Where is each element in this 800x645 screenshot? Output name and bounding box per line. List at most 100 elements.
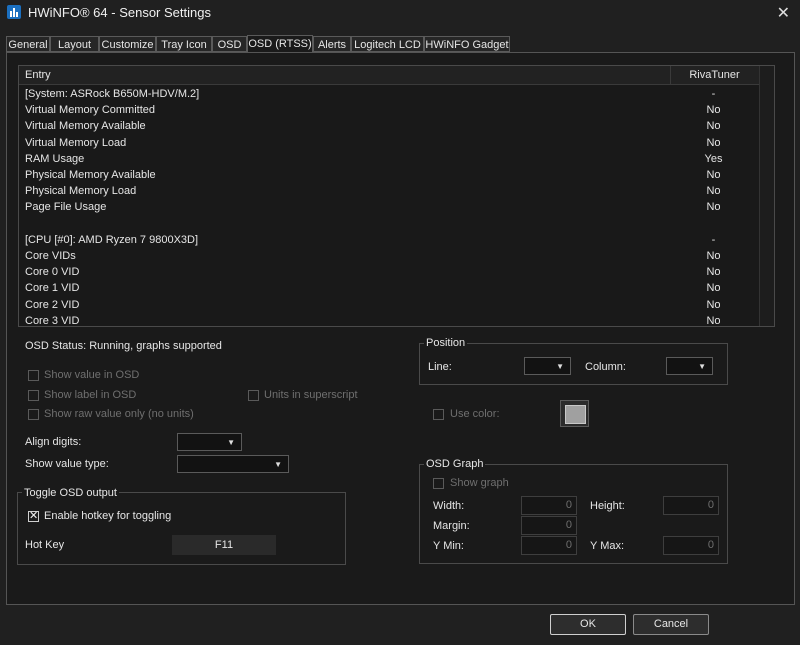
height-label: Height:	[590, 500, 625, 512]
margin-label: Margin:	[433, 520, 470, 532]
title-bar: HWiNFO® 64 - Sensor Settings ✕	[0, 0, 800, 26]
ymax-input[interactable]: 0	[663, 536, 719, 555]
rivatuner-value: No	[706, 314, 721, 327]
tab-tray-icon[interactable]: Tray Icon	[156, 36, 212, 52]
list-item[interactable]: RAM Usage Yes	[19, 151, 759, 167]
column-label: Column:	[585, 361, 626, 373]
list-item[interactable]: Virtual Memory Committed No	[19, 102, 759, 118]
show-label-label: Show label in OSD	[44, 389, 137, 401]
chevron-down-icon: ▼	[698, 362, 706, 371]
window-title: HWiNFO® 64 - Sensor Settings	[28, 5, 211, 20]
sensor-name: Core 0 VID	[25, 266, 80, 279]
ok-button[interactable]: OK	[550, 614, 626, 635]
units-superscript-label: Units in superscript	[264, 389, 358, 401]
rivatuner-value: No	[706, 169, 721, 181]
rivatuner-value: No	[706, 250, 721, 262]
tab-osd-rtss[interactable]: OSD (RTSS)	[247, 35, 313, 53]
height-input[interactable]: 0	[663, 496, 719, 515]
list-item[interactable]: Core 2 VID No	[19, 297, 759, 313]
tab-hwinfo-gadget[interactable]: HWiNFO Gadget	[424, 36, 510, 52]
position-title: Position	[424, 337, 468, 349]
show-value-type-dropdown[interactable]: ▼	[177, 455, 289, 473]
sensor-name: Core VIDs	[25, 250, 76, 262]
hotkey-field[interactable]: F11	[172, 535, 276, 555]
list-item[interactable]	[19, 216, 759, 232]
chevron-down-icon: ▼	[274, 460, 282, 469]
sensor-name: Virtual Memory Available	[25, 120, 146, 133]
list-item[interactable]: Virtual Memory Load No	[19, 135, 759, 151]
rivatuner-value: No	[706, 120, 721, 133]
list-scrollbar[interactable]	[759, 66, 774, 326]
cancel-button[interactable]: Cancel	[633, 614, 709, 635]
show-graph-checkbox[interactable]	[433, 478, 444, 489]
list-item[interactable]: Core VIDs No	[19, 248, 759, 264]
close-icon[interactable]: ✕	[777, 3, 790, 23]
sensor-name: Physical Memory Available	[25, 169, 156, 181]
sensor-name: Core 1 VID	[25, 282, 80, 295]
enable-hotkey-checkbox[interactable]	[28, 509, 39, 522]
color-swatch	[565, 405, 586, 424]
hotkey-label: Hot Key	[25, 539, 65, 551]
tab-logitech-lcd[interactable]: Logitech LCD	[351, 36, 424, 52]
column-header-entry[interactable]: Entry	[25, 69, 51, 81]
list-item[interactable]: Physical Memory Load No	[19, 183, 759, 199]
rivatuner-value: No	[706, 136, 721, 149]
rivatuner-value: -	[711, 233, 716, 246]
rivatuner-value: No	[706, 104, 721, 117]
rivatuner-value: No	[706, 282, 721, 295]
align-digits-dropdown[interactable]: ▼	[177, 433, 242, 451]
list-item[interactable]: Physical Memory Available No	[19, 167, 759, 183]
show-graph-label: Show graph	[450, 477, 509, 489]
chevron-down-icon: ▼	[227, 438, 235, 447]
units-superscript-checkbox[interactable]	[248, 390, 259, 401]
use-color-checkbox[interactable]	[433, 409, 444, 420]
list-item[interactable]: Core 0 VID No	[19, 264, 759, 280]
list-item[interactable]: Core 1 VID No	[19, 280, 759, 296]
sensor-list[interactable]: Entry RivaTuner [System: ASRock B650M-HD…	[18, 65, 775, 327]
sensor-name: Virtual Memory Committed	[25, 104, 155, 117]
show-label-checkbox[interactable]	[28, 390, 39, 401]
chevron-down-icon: ▼	[556, 362, 564, 371]
width-label: Width:	[433, 500, 465, 512]
list-item[interactable]: Virtual Memory Available No	[19, 118, 759, 134]
column-header-rivatuner[interactable]: RivaTuner	[670, 66, 758, 84]
margin-input[interactable]: 0	[521, 516, 577, 535]
width-input[interactable]: 0	[521, 496, 577, 515]
sensor-name: Core 2 VID	[25, 298, 80, 311]
rivatuner-value: No	[706, 266, 721, 279]
sensor-name: [System: ASRock B650M-HDV/M.2]	[25, 88, 200, 100]
show-raw-checkbox[interactable]	[28, 409, 39, 420]
sensor-name: Physical Memory Load	[25, 185, 137, 198]
tab-layout[interactable]: Layout	[50, 36, 99, 52]
osd-status-text: OSD Status: Running, graphs supported	[25, 340, 222, 352]
tab-alerts[interactable]: Alerts	[313, 36, 351, 52]
sensor-name: RAM Usage	[25, 152, 85, 165]
list-item[interactable]: [CPU [#0]: AMD Ryzen 7 9800X3D] -	[19, 232, 759, 248]
toggle-osd-title: Toggle OSD output	[22, 487, 119, 499]
show-raw-label: Show raw value only (no units)	[44, 408, 194, 420]
rivatuner-value: No	[706, 201, 721, 214]
use-color-label: Use color:	[450, 408, 500, 420]
show-value-checkbox[interactable]	[28, 370, 39, 381]
rivatuner-value: No	[706, 185, 721, 198]
column-dropdown[interactable]: ▼	[666, 357, 713, 375]
rivatuner-value: -	[711, 88, 716, 100]
list-item[interactable]: Page File Usage No	[19, 199, 759, 215]
rivatuner-value: No	[706, 298, 721, 311]
sensor-name: [CPU [#0]: AMD Ryzen 7 9800X3D]	[25, 233, 199, 246]
line-dropdown[interactable]: ▼	[524, 357, 571, 375]
tab-osd[interactable]: OSD	[212, 36, 247, 52]
hwinfo-app-icon	[7, 5, 21, 19]
list-header: Entry RivaTuner	[19, 66, 759, 85]
list-item[interactable]: Core 3 VID No	[19, 313, 759, 327]
rivatuner-value: Yes	[704, 152, 723, 165]
show-value-label: Show value in OSD	[44, 369, 140, 381]
sensor-name: Virtual Memory Load	[25, 136, 127, 149]
osd-graph-title: OSD Graph	[424, 458, 486, 470]
color-picker-button[interactable]	[560, 400, 589, 427]
tab-general[interactable]: General	[6, 36, 50, 52]
line-label: Line:	[428, 361, 452, 373]
list-item[interactable]: [System: ASRock B650M-HDV/M.2] -	[19, 86, 759, 102]
ymin-input[interactable]: 0	[521, 536, 577, 555]
tab-customize[interactable]: Customize	[99, 36, 156, 52]
